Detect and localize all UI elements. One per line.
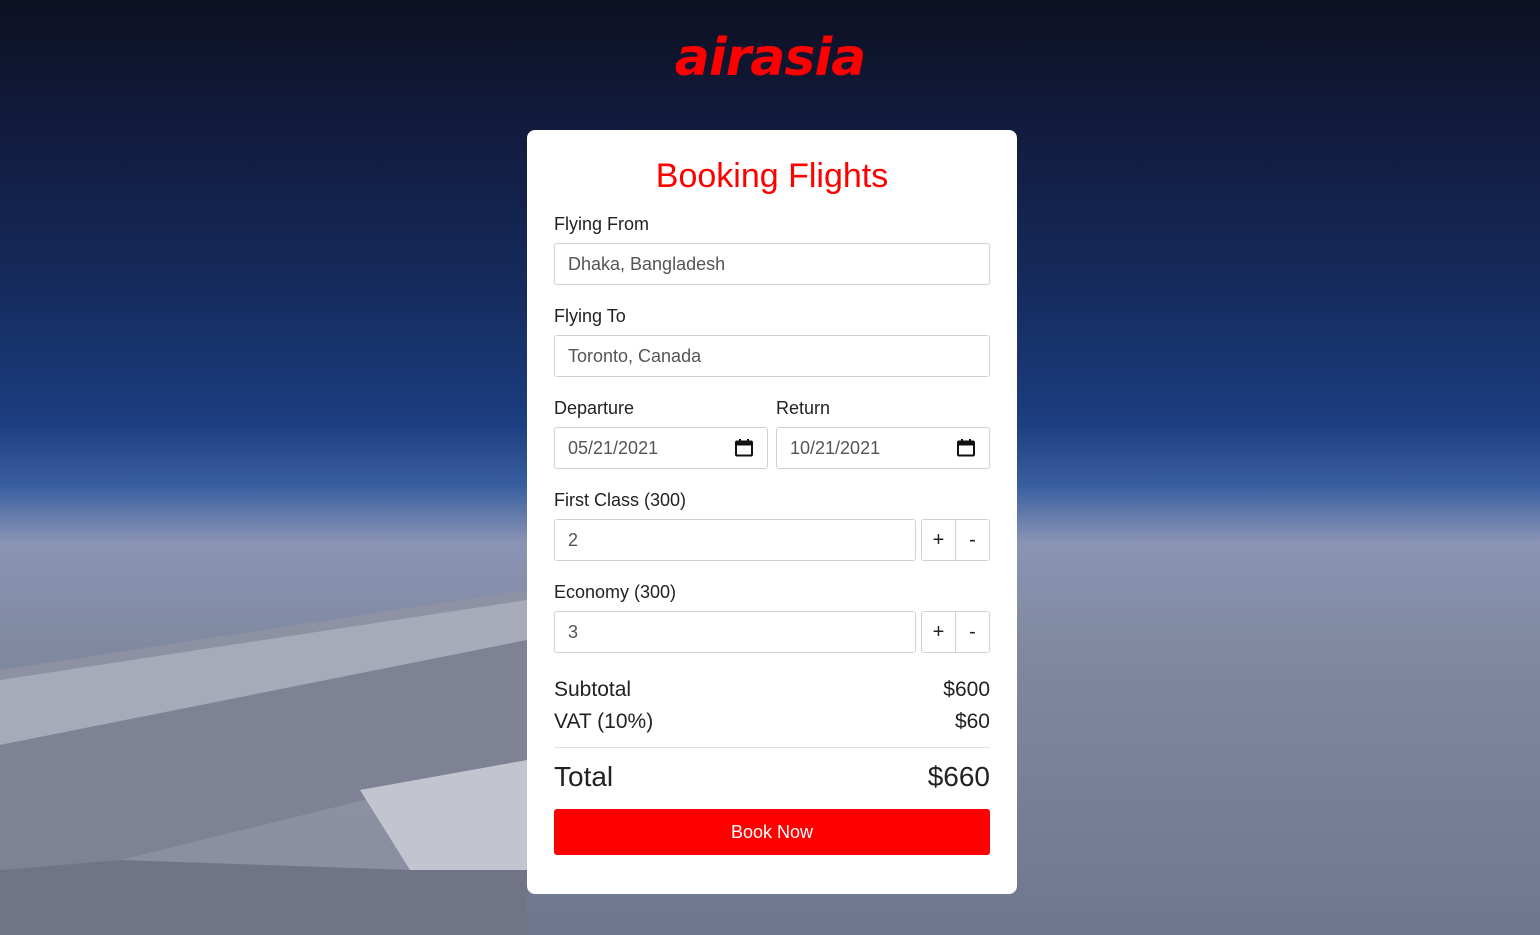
- total-row: Total $660: [554, 761, 990, 793]
- summary-divider: [554, 747, 990, 748]
- dates-row: Departure 05/21/2021 Return 10/21/2021: [554, 397, 990, 469]
- book-now-button[interactable]: Book Now: [554, 809, 990, 855]
- economy-label: Economy (300): [554, 582, 677, 602]
- first-class-stepper: + -: [921, 519, 990, 561]
- first-class-value: 2: [568, 529, 579, 550]
- airasia-logo: airasia: [0, 28, 1540, 88]
- price-summary: Subtotal $600 VAT (10%) $60: [554, 674, 990, 738]
- economy-plus-button[interactable]: +: [922, 612, 955, 652]
- flying-from-label: Flying From: [554, 214, 650, 234]
- flying-from-input[interactable]: Dhaka, Bangladesh: [554, 243, 990, 285]
- departure-date-input[interactable]: 05/21/2021: [554, 427, 768, 469]
- departure-value: 05/21/2021: [568, 437, 659, 458]
- subtotal-label: Subtotal: [554, 678, 632, 701]
- economy-value: 3: [568, 621, 579, 642]
- first-class-stepper-row: 2 + -: [554, 519, 990, 561]
- departure-group: Departure 05/21/2021: [554, 397, 768, 469]
- economy-group: Economy (300) 3 + -: [554, 581, 990, 653]
- return-date-input[interactable]: 10/21/2021: [776, 427, 990, 469]
- return-group: Return 10/21/2021: [776, 397, 990, 469]
- first-class-group: First Class (300) 2 + -: [554, 489, 990, 561]
- first-class-quantity-input[interactable]: 2: [554, 519, 916, 561]
- total-value: $660: [927, 761, 990, 792]
- economy-quantity-input[interactable]: 3: [554, 611, 916, 653]
- first-class-minus-button[interactable]: -: [955, 520, 989, 560]
- flying-to-group: Flying To Toronto, Canada: [554, 305, 990, 377]
- calendar-icon[interactable]: [956, 438, 976, 458]
- flying-from-value: Dhaka, Bangladesh: [568, 253, 726, 274]
- booking-card: Booking Flights Flying From Dhaka, Bangl…: [527, 130, 1017, 894]
- calendar-icon[interactable]: [734, 438, 754, 458]
- return-value: 10/21/2021: [790, 437, 881, 458]
- vat-label: VAT (10%): [554, 710, 654, 733]
- first-class-plus-button[interactable]: +: [922, 520, 955, 560]
- vat-row: VAT (10%) $60: [554, 706, 990, 738]
- flying-to-value: Toronto, Canada: [568, 345, 702, 366]
- page-title: Booking Flights: [655, 157, 889, 195]
- vat-value: $60: [954, 710, 990, 733]
- economy-minus-button[interactable]: -: [955, 612, 989, 652]
- first-class-label: First Class (300): [554, 490, 687, 510]
- economy-stepper-row: 3 + -: [554, 611, 990, 653]
- subtotal-value: $600: [943, 678, 990, 701]
- total-label: Total: [554, 761, 614, 792]
- flying-to-label: Flying To: [554, 306, 626, 326]
- flying-from-group: Flying From Dhaka, Bangladesh: [554, 213, 990, 285]
- departure-label: Departure: [554, 398, 635, 418]
- logo-text: airasia: [674, 28, 867, 88]
- economy-stepper: + -: [921, 611, 990, 653]
- return-label: Return: [776, 398, 831, 418]
- flying-to-input[interactable]: Toronto, Canada: [554, 335, 990, 377]
- subtotal-row: Subtotal $600: [554, 674, 990, 706]
